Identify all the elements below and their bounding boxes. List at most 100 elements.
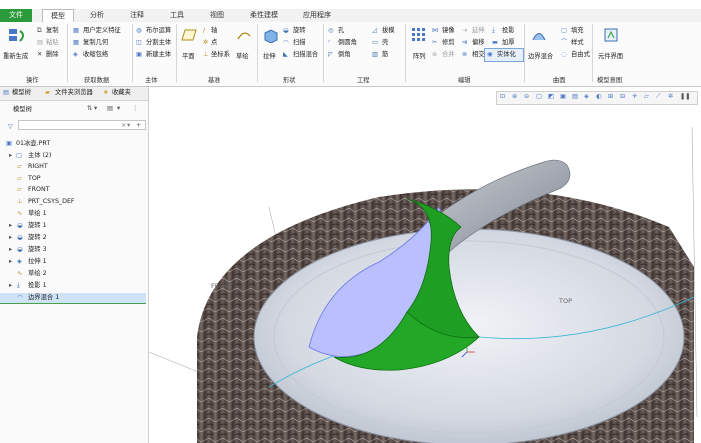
- style-button[interactable]: 样式: [571, 39, 584, 47]
- regenerate-button[interactable]: 重新生成: [3, 53, 28, 61]
- annotation-display-icon[interactable]: ⊟: [620, 93, 625, 101]
- model-canvas[interactable]: TOP FRONT: [149, 87, 701, 443]
- zoom-out-icon[interactable]: ⊖: [524, 93, 529, 101]
- group-body-label[interactable]: 主体: [145, 75, 158, 84]
- repaint-icon[interactable]: ▢: [536, 93, 542, 101]
- plane-display-icon[interactable]: ▱: [644, 93, 649, 101]
- group-datum-label[interactable]: 基准: [208, 75, 221, 84]
- revolve-button[interactable]: 旋转: [293, 27, 306, 35]
- extend-button[interactable]: 延伸: [472, 27, 485, 35]
- tree-settings-icon[interactable]: ▤: [107, 105, 113, 113]
- split-body-button[interactable]: 分割主体: [146, 39, 171, 47]
- group-shapes-label[interactable]: 形状: [283, 75, 296, 84]
- point-icon: ✲: [203, 39, 209, 46]
- solidify-button[interactable]: 实体化: [497, 51, 516, 59]
- pause-icon[interactable]: ❚❚: [680, 93, 691, 101]
- paste-button[interactable]: 粘贴: [46, 39, 59, 47]
- axis-button[interactable]: 轴: [211, 27, 217, 35]
- rib-button[interactable]: 筋: [382, 51, 388, 59]
- menu-analysis[interactable]: 分析: [90, 9, 104, 22]
- expand-arrow-icon[interactable]: ▸: [9, 233, 12, 243]
- extrude-icon: [264, 29, 278, 43]
- merge-button[interactable]: 合并: [442, 51, 455, 59]
- swept-blend-button[interactable]: 扫描混合: [293, 51, 318, 59]
- expand-arrow-icon[interactable]: ▸: [9, 281, 12, 291]
- chevron-down-icon[interactable]: ▾: [117, 105, 120, 113]
- menu-model[interactable]: 模型: [42, 9, 74, 23]
- tree-item-label: TOP: [28, 175, 41, 182]
- offset-button[interactable]: 偏移: [472, 39, 485, 47]
- zoom-in-icon[interactable]: ⊕: [512, 93, 517, 101]
- clear-search-icon[interactable]: ×: [121, 122, 126, 130]
- tree-item-label: 边界混合 1: [28, 294, 60, 301]
- expand-arrow-icon[interactable]: ▸: [9, 257, 12, 267]
- shell-button[interactable]: 壳: [382, 39, 388, 47]
- trim-button[interactable]: 修剪: [442, 39, 455, 47]
- expand-arrow-icon[interactable]: ▸: [9, 245, 12, 255]
- mirror-button[interactable]: 镜像: [442, 27, 455, 35]
- tab-favorites[interactable]: 收藏夹: [112, 89, 131, 97]
- more-icon[interactable]: ⋮: [132, 105, 138, 113]
- group-surfaces-label[interactable]: 曲面: [553, 75, 566, 84]
- sketch-button[interactable]: 草绘: [236, 53, 249, 61]
- group-editing-label[interactable]: 编辑: [458, 75, 471, 84]
- group-model-intent-label[interactable]: 模型意图: [597, 75, 622, 84]
- body-icon: ▢: [16, 152, 22, 159]
- point-button[interactable]: 点: [211, 39, 217, 47]
- delete-button[interactable]: 删除: [46, 51, 59, 59]
- boolean-button[interactable]: 布尔运算: [146, 27, 171, 35]
- view-manager-icon[interactable]: ▤: [572, 93, 578, 101]
- draft-button[interactable]: 拔模: [382, 27, 395, 35]
- axis-display-icon[interactable]: ⟋: [656, 93, 660, 101]
- fill-button[interactable]: 填充: [571, 27, 584, 35]
- menu-flexible[interactable]: 柔性建模: [250, 9, 278, 22]
- refit-icon[interactable]: ⊡: [500, 93, 505, 101]
- sweep-button[interactable]: 扫描: [293, 39, 306, 47]
- pattern-button[interactable]: 阵列: [413, 53, 426, 61]
- chevron-down-icon[interactable]: ▾: [94, 105, 97, 113]
- boundary-blend-button[interactable]: 边界混合: [528, 53, 553, 61]
- saved-views-icon[interactable]: ▣: [560, 93, 566, 101]
- plane-button[interactable]: 平面: [182, 53, 195, 61]
- component-interface-button[interactable]: 元件界面: [598, 53, 623, 61]
- datum-display-icon[interactable]: ⊞: [608, 93, 613, 101]
- extrude-button[interactable]: 拉伸: [263, 53, 276, 61]
- group-get-data-label[interactable]: 获取数据: [84, 75, 109, 84]
- section-icon[interactable]: ◐: [596, 93, 602, 101]
- hole-button[interactable]: 孔: [338, 27, 344, 35]
- menu-tools[interactable]: 工具: [170, 9, 184, 22]
- point-display-icon[interactable]: ✲: [668, 93, 673, 101]
- project-button[interactable]: 投影: [502, 27, 515, 35]
- menu-apps[interactable]: 应用程序: [303, 9, 331, 22]
- add-icon[interactable]: +: [136, 122, 141, 130]
- copy-geometry-button[interactable]: 复制几何: [83, 39, 108, 47]
- udf-button[interactable]: 用户定义特征: [83, 27, 121, 35]
- tree-item-boundary-blend-selected[interactable]: ◠ 边界混合 1: [0, 293, 146, 304]
- group-operations-label[interactable]: 操作: [26, 75, 39, 84]
- perspective-icon[interactable]: ◈: [584, 93, 589, 101]
- menu-view[interactable]: 视图: [210, 9, 224, 22]
- chevron-down-icon[interactable]: ▾: [127, 122, 130, 130]
- graphics-viewport[interactable]: TOP FRONT: [149, 87, 701, 443]
- tree-item-label: 旋转 1: [28, 222, 47, 229]
- tree-filter-icon[interactable]: ⇅: [87, 105, 92, 113]
- menu-annotate[interactable]: 注释: [130, 9, 144, 22]
- display-style-icon[interactable]: ◩: [548, 93, 554, 101]
- filter-funnel-icon[interactable]: ▽: [8, 123, 13, 131]
- intersect-button[interactable]: 相交: [472, 51, 485, 59]
- new-body-button[interactable]: 新建主体: [146, 51, 171, 59]
- freestyle-button[interactable]: 自由式: [571, 51, 590, 59]
- tab-folder-browser[interactable]: 文件夹浏览器: [55, 89, 93, 97]
- expand-arrow-icon[interactable]: ▸: [9, 151, 12, 161]
- tab-model-tree[interactable]: 模型树: [12, 89, 31, 97]
- group-engineering-label[interactable]: 工程: [357, 75, 370, 84]
- shrinkwrap-button[interactable]: 收缩包络: [83, 51, 108, 59]
- thicken-button[interactable]: 加厚: [502, 39, 515, 47]
- round-button[interactable]: 倒圆角: [338, 39, 357, 47]
- copy-button[interactable]: 复制: [46, 27, 59, 35]
- expand-arrow-icon[interactable]: ▸: [9, 221, 12, 231]
- chamfer-button[interactable]: 倒角: [338, 51, 351, 59]
- spin-center-icon[interactable]: ✛: [632, 93, 637, 101]
- menu-file[interactable]: 文件: [0, 9, 32, 22]
- csys-button[interactable]: 坐标系: [211, 51, 230, 59]
